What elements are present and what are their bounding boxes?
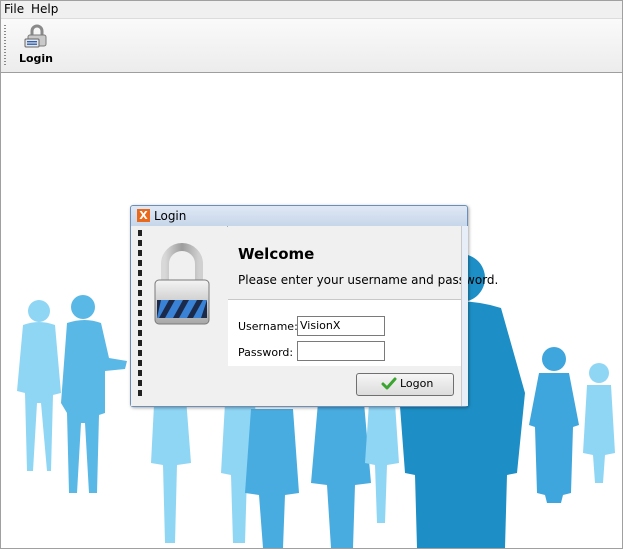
dialog-edge: [461, 226, 468, 406]
checkmark-icon: [381, 377, 397, 390]
password-label: Password:: [238, 346, 294, 359]
padlock-icon: [154, 243, 210, 325]
credentials-form: Username: VisionX Password:: [228, 299, 461, 367]
dialog-title: Login: [154, 209, 187, 223]
app-x-icon: X: [137, 209, 150, 222]
username-field[interactable]: VisionX: [297, 316, 385, 336]
menu-file[interactable]: File: [4, 2, 24, 17]
instruction-text: Please enter your username and password.: [238, 273, 499, 287]
login-dialog: X Login Welcome Please enter your userna…: [130, 205, 498, 407]
toolbar: Login: [1, 18, 622, 73]
username-label: Username:: [238, 320, 298, 333]
dialog-titlebar[interactable]: X Login: [131, 206, 467, 227]
logon-button-label: Logon: [400, 377, 434, 390]
decorative-stripe: [138, 230, 142, 400]
app-icon-letter: X: [139, 209, 148, 222]
padlock-keyboard-icon: [24, 24, 47, 48]
menu-help[interactable]: Help: [31, 2, 58, 17]
dialog-header: Welcome Please enter your username and p…: [228, 226, 498, 299]
menu-bar: File Help: [1, 1, 622, 18]
toolbar-grip[interactable]: [4, 25, 6, 65]
welcome-heading: Welcome: [238, 245, 315, 263]
toolbar-login-button[interactable]: Login: [13, 21, 59, 69]
logon-button[interactable]: Logon: [356, 373, 454, 396]
dialog-footer: Logon: [228, 366, 461, 403]
dialog-side-panel: [131, 226, 227, 406]
password-field[interactable]: [297, 341, 385, 361]
toolbar-login-label: Login: [18, 52, 54, 65]
application-window: File Help Login X Login Welcome Please e…: [0, 0, 623, 549]
